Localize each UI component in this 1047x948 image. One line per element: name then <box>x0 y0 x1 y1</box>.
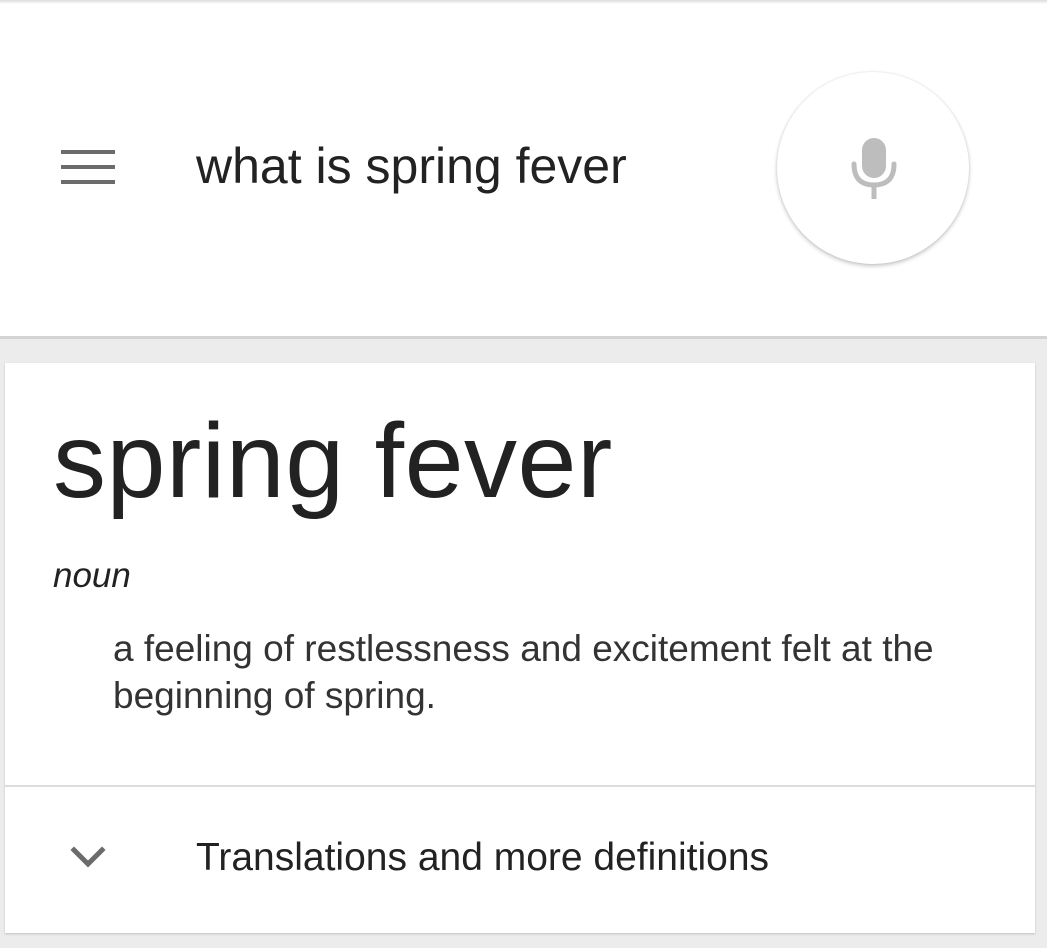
more-definitions-button[interactable]: Translations and more definitions <box>5 787 1035 933</box>
part-of-speech: noun <box>53 556 131 595</box>
more-definitions-label: Translations and more definitions <box>196 836 770 879</box>
search-query[interactable]: what is spring fever <box>196 136 627 196</box>
menu-line <box>61 180 115 184</box>
microphone-icon <box>851 138 897 199</box>
chevron-down-icon <box>70 846 106 868</box>
menu-icon[interactable] <box>61 150 115 186</box>
menu-line <box>61 150 115 154</box>
definition-text: a feeling of restlessness and excitement… <box>113 628 934 716</box>
definition-card: spring fever noun a feeling of restlessn… <box>5 363 1035 933</box>
definition-term: spring fever <box>53 402 613 520</box>
search-bar: what is spring fever <box>0 0 1047 339</box>
menu-line <box>61 165 115 169</box>
voice-search-button[interactable] <box>777 72 969 264</box>
